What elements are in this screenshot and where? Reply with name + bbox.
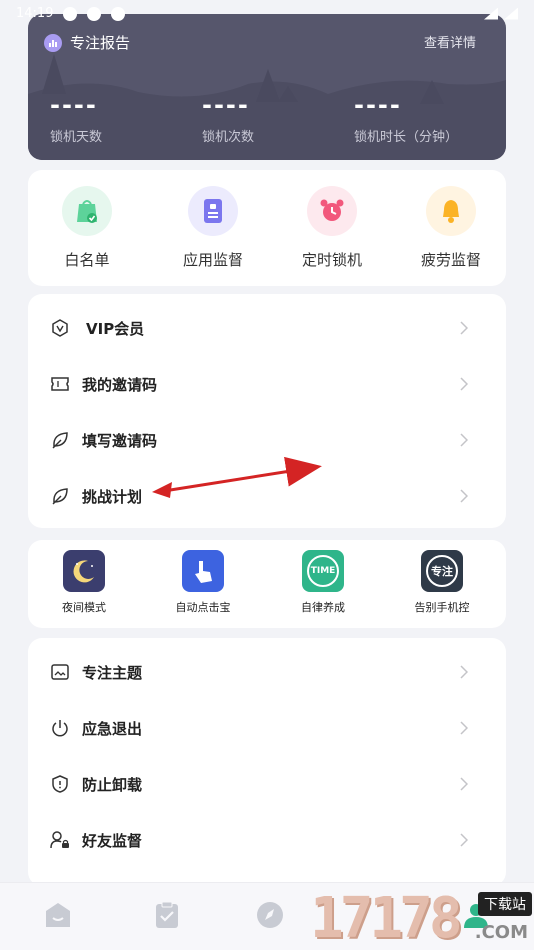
status-bar: 14:19: [0, 0, 534, 24]
tool-night-mode[interactable]: 夜间模式: [34, 550, 134, 615]
time-badge-text: TIME: [307, 555, 339, 587]
menu-item-enter-invite-code[interactable]: 填写邀请码: [28, 412, 506, 468]
tools-card: 夜间模式 自动点击宝 TIME 自律养成 专注 告别手机控: [28, 540, 506, 628]
user-lock-icon: [50, 830, 70, 850]
notification-icon: [63, 6, 78, 21]
leaf-icon: [50, 430, 70, 450]
notification-icon: [87, 6, 102, 21]
quick-actions-card: 白名单 应用监督 定时锁机 疲劳监督: [28, 170, 506, 286]
stat-value: ----: [50, 91, 98, 119]
app-monitor-icon: [188, 186, 238, 236]
bag-check-icon: [62, 186, 112, 236]
chevron-right-icon: [460, 777, 468, 791]
status-time: 14:19: [16, 6, 54, 21]
compass-icon[interactable]: [256, 901, 284, 929]
tool-self-discipline[interactable]: TIME 自律养成: [273, 550, 373, 615]
clipboard-check-icon[interactable]: [154, 901, 180, 929]
menu-item-label: 填写邀请码: [82, 431, 158, 450]
stat-label: 锁机时长（分钟）: [354, 130, 459, 145]
menu-item-label: 我的邀请码: [82, 375, 158, 394]
focus-report-card[interactable]: 专注报告 查看详情 ---- 锁机天数 ---- 锁机次数 ---- 锁机时长（…: [28, 14, 506, 160]
chevron-right-icon: [460, 833, 468, 847]
stat-lock-count: ---- 锁机次数: [202, 92, 322, 145]
menu-item-vip[interactable]: VIP会员: [28, 300, 506, 356]
stat-lock-duration: ---- 锁机时长（分钟）: [354, 92, 494, 145]
focus-icon: 专注: [421, 550, 463, 592]
image-icon: [50, 662, 70, 682]
quick-item-app-monitor[interactable]: 应用监督: [163, 186, 263, 270]
account-menu-card: VIP会员 我的邀请码 填写邀请码 挑战计划: [28, 294, 506, 528]
menu-item-challenge-plan[interactable]: 挑战计划: [28, 468, 506, 524]
moon-icon: [63, 550, 105, 592]
chevron-right-icon: [460, 665, 468, 679]
quick-item-label: 应用监督: [182, 251, 243, 269]
stat-value: ----: [202, 91, 250, 119]
menu-item-my-invite-code[interactable]: 我的邀请码: [28, 356, 506, 412]
tap-hand-icon: [182, 550, 224, 592]
quick-item-whitelist[interactable]: 白名单: [37, 186, 137, 270]
ticket-icon: [50, 374, 70, 394]
menu-item-prevent-uninstall[interactable]: 防止卸载: [28, 756, 506, 812]
chevron-right-icon: [460, 489, 468, 503]
signal-icon: [504, 7, 518, 20]
stat-label: 锁机天数: [50, 130, 103, 145]
leaf-icon: [50, 486, 70, 506]
quick-item-fatigue[interactable]: 疲劳监督: [401, 186, 501, 270]
stat-lock-days: ---- 锁机天数: [50, 92, 170, 145]
notification-icon: [111, 6, 126, 21]
tool-auto-clicker[interactable]: 自动点击宝: [153, 550, 253, 615]
menu-item-label: 防止卸载: [82, 775, 143, 794]
stat-label: 锁机次数: [202, 130, 255, 145]
site-watermark: 17178 下载站 .COM: [310, 888, 534, 950]
chevron-right-icon: [460, 321, 468, 335]
menu-item-label: 挑战计划: [82, 487, 143, 506]
menu-item-label: 专注主题: [82, 663, 143, 682]
menu-item-label: 应急退出: [82, 719, 143, 738]
menu-item-label: 好友监督: [82, 831, 143, 850]
power-icon: [50, 718, 70, 738]
menu-item-label: VIP会员: [86, 319, 145, 338]
watermark-tag: 下载站: [478, 892, 532, 916]
alarm-clock-icon: [307, 186, 357, 236]
watermark-digits: 17178: [310, 886, 463, 950]
menu-item-friend-supervision[interactable]: 好友监督: [28, 812, 506, 868]
watermark-com: .COM: [474, 922, 528, 943]
view-details-link[interactable]: 查看详情: [424, 32, 476, 51]
chevron-right-icon: [460, 377, 468, 391]
focus-badge-text: 专注: [426, 555, 458, 587]
quick-item-label: 白名单: [64, 251, 110, 269]
chevron-right-icon: [460, 433, 468, 447]
menu-item-emergency-exit[interactable]: 应急退出: [28, 700, 506, 756]
tool-label: 夜间模式: [62, 601, 106, 614]
tool-quit-phone[interactable]: 专注 告别手机控: [392, 550, 492, 615]
shield-icon: [50, 774, 70, 794]
home-icon[interactable]: [44, 901, 72, 929]
stat-value: ----: [354, 91, 402, 119]
vip-icon: [50, 318, 70, 338]
wifi-icon: [484, 7, 498, 20]
tool-label: 告别手机控: [414, 601, 470, 614]
time-icon: TIME: [302, 550, 344, 592]
tool-label: 自动点击宝: [175, 601, 231, 614]
chart-icon: [44, 33, 62, 52]
chevron-right-icon: [460, 721, 468, 735]
quick-item-label: 疲劳监督: [420, 251, 481, 269]
settings-menu-card: 专注主题 应急退出 防止卸载 好友监督: [28, 638, 506, 886]
quick-item-label: 定时锁机: [301, 251, 362, 269]
menu-item-focus-theme[interactable]: 专注主题: [28, 644, 506, 700]
report-title-text: 专注报告: [70, 34, 131, 52]
quick-item-timed-lock[interactable]: 定时锁机: [282, 186, 382, 270]
bell-icon: [426, 186, 476, 236]
report-title: 专注报告: [44, 32, 130, 53]
tool-label: 自律养成: [301, 601, 345, 614]
